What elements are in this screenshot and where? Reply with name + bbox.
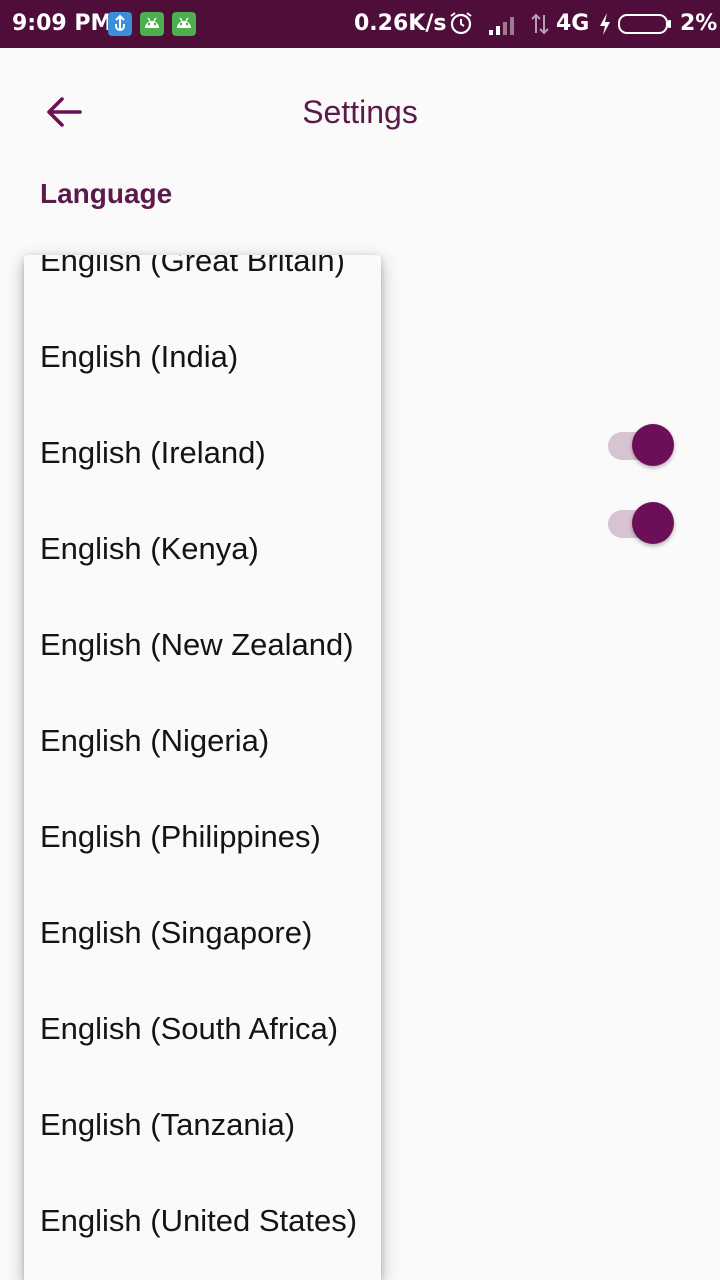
app-bar: Settings bbox=[0, 48, 720, 174]
page-title: Settings bbox=[302, 94, 418, 130]
language-option[interactable]: English (South Africa) bbox=[24, 981, 381, 1077]
setting-toggle-2[interactable] bbox=[608, 502, 676, 546]
language-option[interactable]: English (Singapore) bbox=[24, 885, 381, 981]
language-option[interactable]: English (Tanzania) bbox=[24, 1077, 381, 1173]
android-debug-icon bbox=[140, 12, 164, 36]
language-option[interactable]: English (Great Britain) bbox=[24, 255, 381, 309]
android-debug-icon bbox=[172, 12, 196, 36]
language-section-label: Language bbox=[40, 178, 173, 209]
language-option[interactable]: English (Nigeria) bbox=[24, 693, 381, 789]
language-option[interactable]: English (Philippines) bbox=[24, 789, 381, 885]
charging-icon bbox=[598, 12, 612, 42]
alarm-icon bbox=[448, 10, 474, 42]
network-type: 4G bbox=[556, 11, 590, 36]
usb-icon bbox=[108, 12, 132, 36]
toggle-thumb bbox=[632, 424, 674, 466]
toggle-thumb bbox=[632, 502, 674, 544]
battery-percent: 2% bbox=[680, 11, 718, 36]
language-option-list: English (Great Britain) English (India) … bbox=[24, 255, 381, 1269]
battery-icon bbox=[618, 14, 672, 40]
language-option[interactable]: English (Ireland) bbox=[24, 405, 381, 501]
signal-icon bbox=[488, 12, 520, 42]
language-option[interactable]: English (India) bbox=[24, 309, 381, 405]
status-bar: 9:09 PM 0.26K/s 4G 2% bbox=[0, 0, 720, 48]
network-speed: 0.26K/s bbox=[354, 11, 447, 36]
language-option[interactable]: English (United States) bbox=[24, 1173, 381, 1269]
status-time: 9:09 PM bbox=[12, 11, 113, 36]
data-arrows-icon bbox=[528, 12, 552, 42]
language-option[interactable]: English (Kenya) bbox=[24, 501, 381, 597]
setting-toggle-1[interactable] bbox=[608, 424, 676, 468]
language-option[interactable]: English (New Zealand) bbox=[24, 597, 381, 693]
language-dropdown-menu[interactable]: English (Great Britain) English (India) … bbox=[24, 255, 381, 1280]
